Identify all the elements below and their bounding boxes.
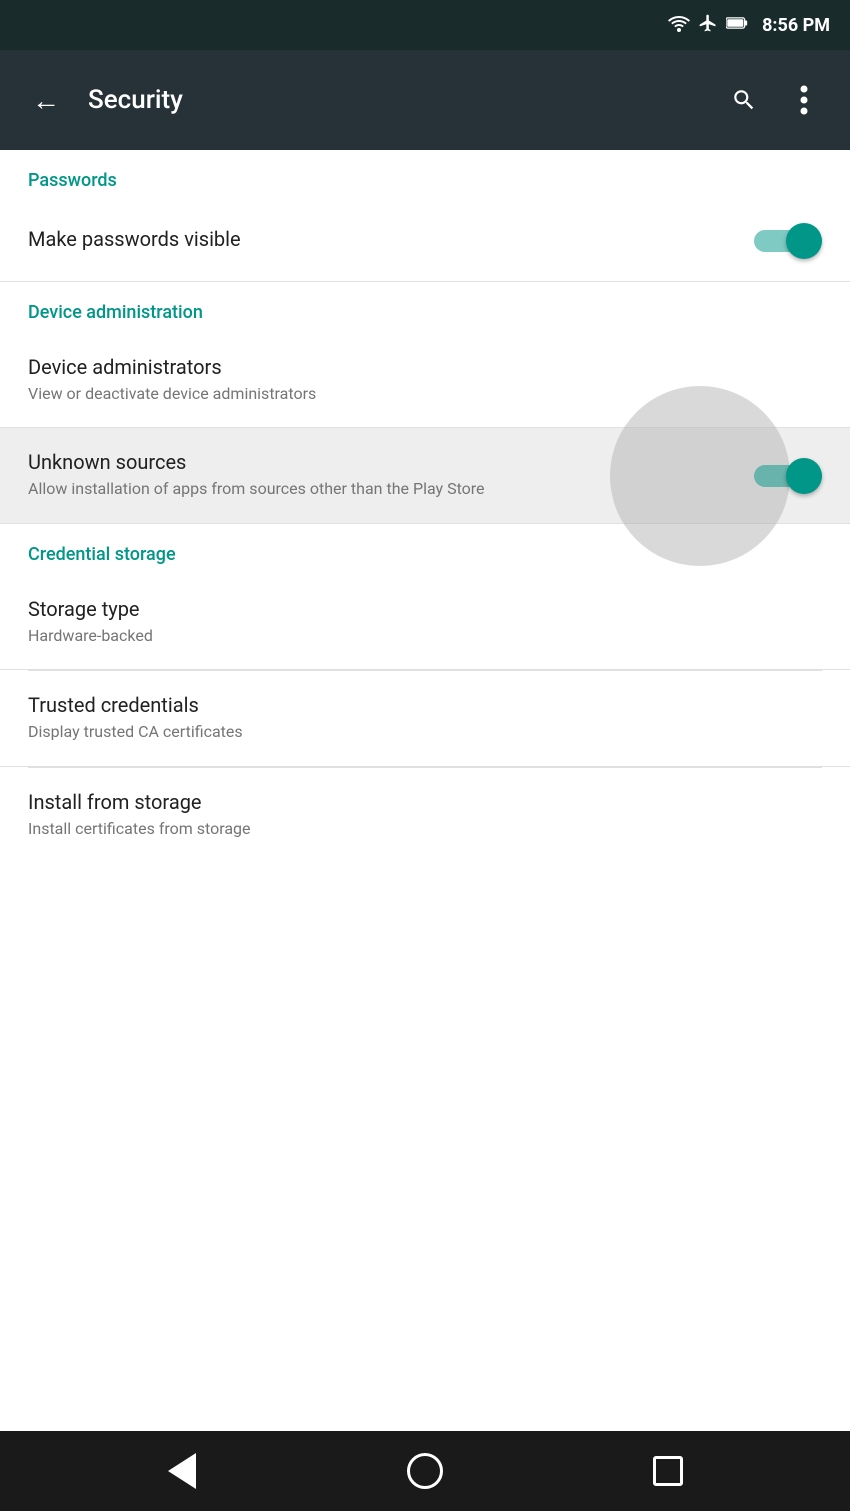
setting-text: Unknown sources Allow installation of ap… (28, 450, 754, 500)
setting-text: Trusted credentials Display trusted CA c… (28, 693, 822, 743)
search-button[interactable] (722, 78, 766, 122)
status-icons: 8:56 PM (668, 13, 830, 37)
nav-bar (0, 1431, 850, 1511)
setting-title: Unknown sources (28, 450, 754, 474)
setting-text: Storage type Hardware-backed (28, 597, 822, 647)
setting-text: Install from storage Install certificate… (28, 790, 822, 840)
setting-title: Install from storage (28, 790, 822, 814)
setting-storage-type[interactable]: Storage type Hardware-backed (0, 575, 850, 670)
section-header-device-administration: Device administration (0, 282, 850, 333)
status-time: 8:56 PM (762, 15, 830, 36)
setting-install-from-storage[interactable]: Install from storage Install certificate… (0, 768, 850, 862)
wifi-icon (668, 14, 690, 36)
nav-recent-button[interactable] (638, 1441, 698, 1501)
setting-text: Make passwords visible (28, 227, 754, 255)
make-passwords-visible-toggle[interactable] (754, 223, 822, 259)
section-header-passwords: Passwords (0, 150, 850, 201)
airplane-icon (698, 13, 718, 37)
setting-subtitle: View or deactivate device administrators (28, 383, 822, 405)
setting-title: Make passwords visible (28, 227, 754, 251)
more-options-button[interactable] (782, 78, 826, 122)
setting-title: Trusted credentials (28, 693, 822, 717)
app-bar: ← Security (0, 50, 850, 150)
nav-home-button[interactable] (395, 1441, 455, 1501)
back-button[interactable]: ← (24, 78, 68, 122)
nav-back-icon (168, 1453, 196, 1489)
section-header-credential-storage: Credential storage (0, 524, 850, 575)
battery-icon (726, 14, 748, 36)
setting-subtitle: Install certificates from storage (28, 818, 822, 840)
unknown-sources-toggle[interactable] (754, 458, 822, 494)
toggle-thumb (786, 223, 822, 259)
setting-title: Device administrators (28, 355, 822, 379)
setting-trusted-credentials[interactable]: Trusted credentials Display trusted CA c… (0, 671, 850, 766)
setting-make-passwords-visible[interactable]: Make passwords visible (0, 201, 850, 282)
setting-subtitle: Hardware-backed (28, 625, 822, 647)
nav-recent-icon (653, 1456, 683, 1486)
nav-home-icon (407, 1453, 443, 1489)
setting-subtitle: Display trusted CA certificates (28, 721, 822, 743)
setting-subtitle: Allow installation of apps from sources … (28, 478, 754, 500)
status-bar: 8:56 PM (0, 0, 850, 50)
toggle-thumb (786, 458, 822, 494)
setting-title: Storage type (28, 597, 822, 621)
app-bar-actions (722, 78, 826, 122)
setting-text: Device administrators View or deactivate… (28, 355, 822, 405)
setting-device-administrators[interactable]: Device administrators View or deactivate… (0, 333, 850, 428)
settings-content: Passwords Make passwords visible Device … (0, 150, 850, 1431)
page-title: Security (88, 85, 702, 115)
nav-back-button[interactable] (152, 1441, 212, 1501)
setting-unknown-sources[interactable]: Unknown sources Allow installation of ap… (0, 428, 850, 523)
